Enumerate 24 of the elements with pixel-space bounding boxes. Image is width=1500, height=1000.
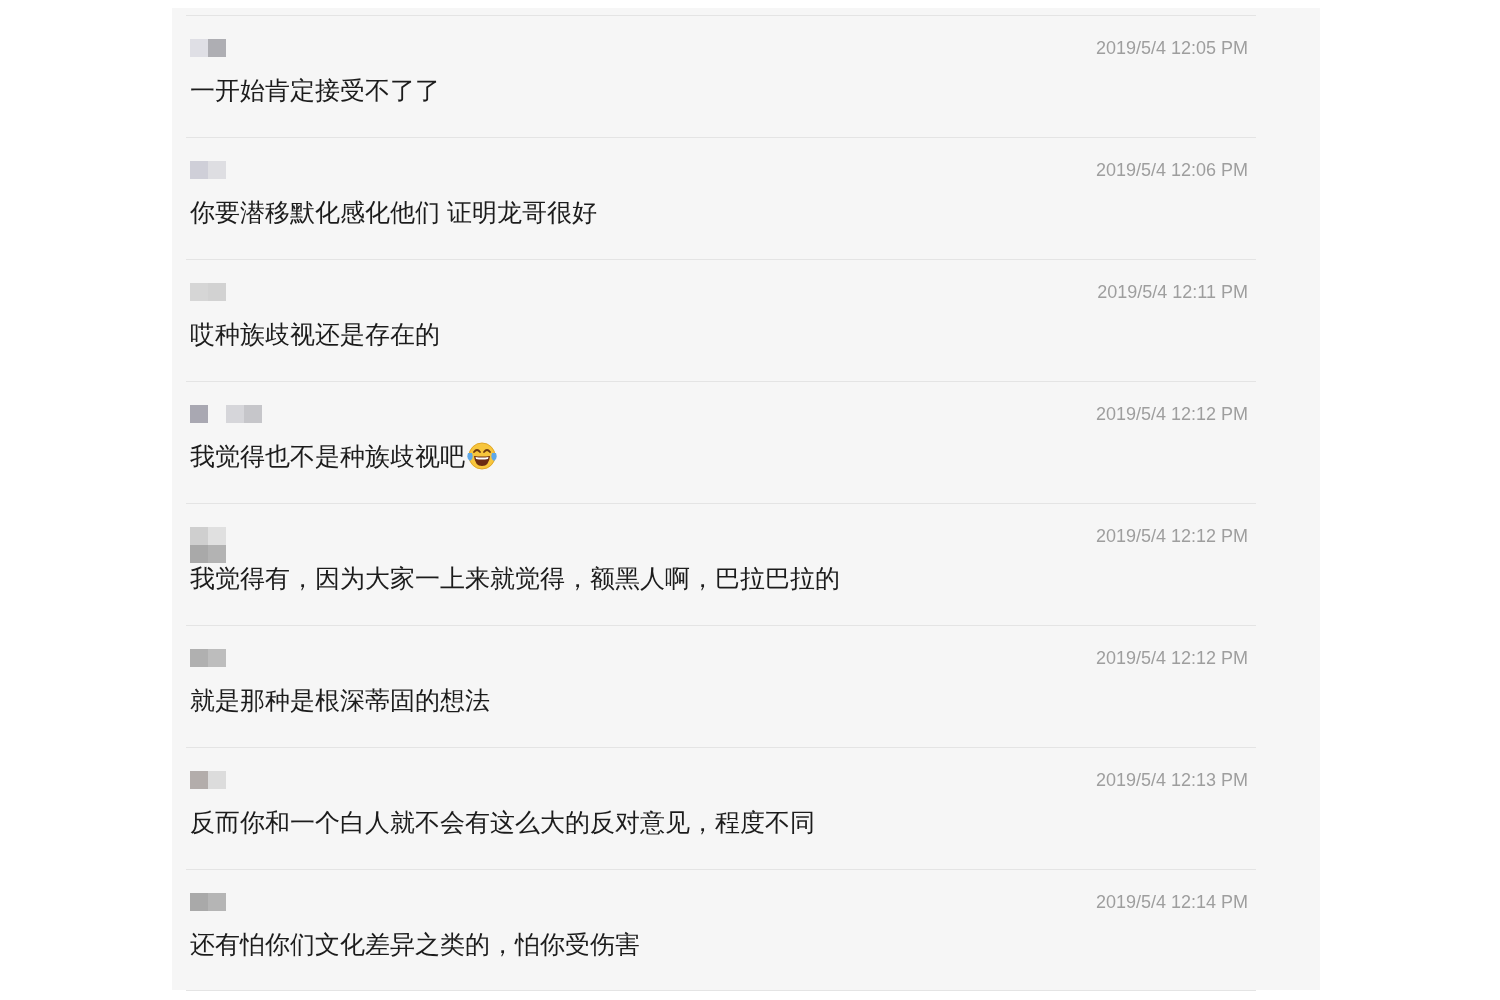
pixelated-name-icon: [190, 405, 262, 423]
pixelated-name-icon: [190, 39, 226, 57]
message-timestamp: 2019/5/4 12:12 PM: [1095, 403, 1248, 426]
pixelated-name-icon: [190, 527, 226, 563]
message-text: 就是那种是根深蒂固的想法: [190, 685, 490, 716]
pixelated-name-icon: [190, 283, 226, 301]
message-timestamp: 2019/5/4 12:11 PM: [1097, 281, 1248, 304]
message-timestamp: 2019/5/4 12:06 PM: [1095, 159, 1248, 182]
message-text: 我觉得有，因为大家一上来就觉得，额黑人啊，巴拉巴拉的: [190, 563, 840, 594]
message-timestamp: 2019/5/4 12:14 PM: [1095, 891, 1248, 914]
pixelated-name-icon: [190, 893, 226, 911]
pixelated-name-icon: [190, 161, 226, 179]
message-text: 哎种族歧视还是存在的: [190, 319, 440, 350]
message-timestamp: 2019/5/4 12:05 PM: [1095, 37, 1248, 60]
message-timestamp: 2019/5/4 12:12 PM: [1095, 525, 1248, 548]
message-timestamp: 2019/5/4 12:12 PM: [1095, 647, 1248, 670]
pixelated-name-icon: [190, 649, 226, 667]
message-text: 一开始肯定接受不了了: [190, 75, 440, 106]
message-text: 还有怕你们文化差异之类的，怕你受伤害: [190, 929, 640, 960]
message-text: 反而你和一个白人就不会有这么大的反对意见，程度不同: [190, 807, 815, 838]
message-timestamp: 2019/5/4 12:13 PM: [1095, 769, 1248, 792]
message-text: 你要潜移默化感化他们 证明龙哥很好: [190, 197, 597, 228]
message-text: 我觉得也不是种族歧视吧: [190, 441, 465, 472]
pixelated-name-icon: [190, 771, 226, 789]
